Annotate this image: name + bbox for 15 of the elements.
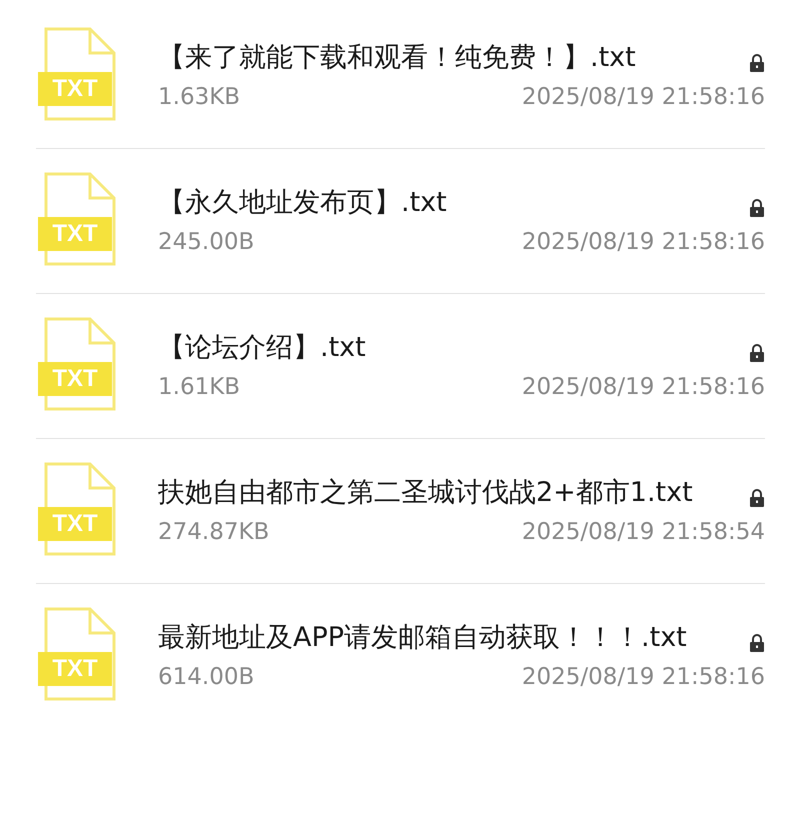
file-size: 1.63KB bbox=[158, 84, 240, 110]
file-name: 【论坛介绍】.txt bbox=[158, 331, 367, 365]
modified-time: 2025/08/19 21:58:54 bbox=[522, 519, 765, 545]
file-name: 扶她自由都市之第二圣城讨伐战2+都市1.txt bbox=[158, 476, 694, 510]
file-size: 274.87KB bbox=[158, 519, 270, 545]
modified-time: 2025/08/19 21:58:16 bbox=[522, 664, 765, 690]
modified-time: 2025/08/19 21:58:16 bbox=[522, 84, 765, 110]
file-size: 245.00B bbox=[158, 229, 254, 255]
file-name: 【永久地址发布页】.txt bbox=[158, 186, 448, 220]
modified-time: 2025/08/19 21:58:16 bbox=[522, 374, 765, 400]
file-size: 1.61KB bbox=[158, 374, 240, 400]
file-name: 【来了就能下载和观看！纯免费！】.txt bbox=[158, 41, 637, 75]
modified-time: 2025/08/19 21:58:16 bbox=[522, 229, 765, 255]
file-size: 614.00B bbox=[158, 664, 254, 690]
file-name: 最新地址及APP请发邮箱自动获取！！！.txt bbox=[158, 621, 688, 655]
